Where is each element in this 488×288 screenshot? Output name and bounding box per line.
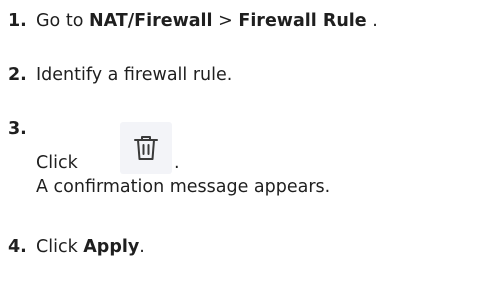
step-number: 2. [8, 65, 27, 85]
step-number: 3. [8, 119, 27, 139]
step-number: 1. [8, 11, 27, 31]
step-suffix: . [366, 11, 378, 31]
step-1: 1. Go to NAT/Firewall > Firewall Rule . [0, 10, 488, 40]
step-text: Go to NAT/Firewall > Firewall Rule . [36, 10, 378, 34]
apply-label: Apply [83, 237, 140, 257]
step-4: 4. Click Apply. [0, 236, 488, 266]
step-prefix: Click [36, 237, 84, 257]
menu-firewall-rule: Firewall Rule [238, 11, 367, 31]
step-number: 4. [8, 237, 27, 257]
step-suffix: . [139, 237, 145, 257]
step-result-text: A confirmation message appears. [36, 177, 331, 197]
separator: > [212, 11, 239, 31]
step-3: 3. Click . A confirmation message appear… [0, 118, 488, 218]
delete-button-image [120, 122, 172, 174]
step-text: Identify a firewall rule. [36, 65, 233, 85]
instruction-steps: 1. Go to NAT/Firewall > Firewall Rule . … [0, 0, 488, 288]
trash-icon [134, 136, 158, 160]
step-period: . [174, 153, 180, 173]
step-prefix: Go to [36, 11, 89, 31]
step-text: Click Apply. [36, 236, 145, 260]
step-click-text: Click [36, 152, 78, 176]
menu-nat-firewall: NAT/Firewall [88, 11, 213, 31]
click-label: Click [36, 153, 78, 173]
step-2: 2. Identify a firewall rule. [0, 64, 488, 94]
